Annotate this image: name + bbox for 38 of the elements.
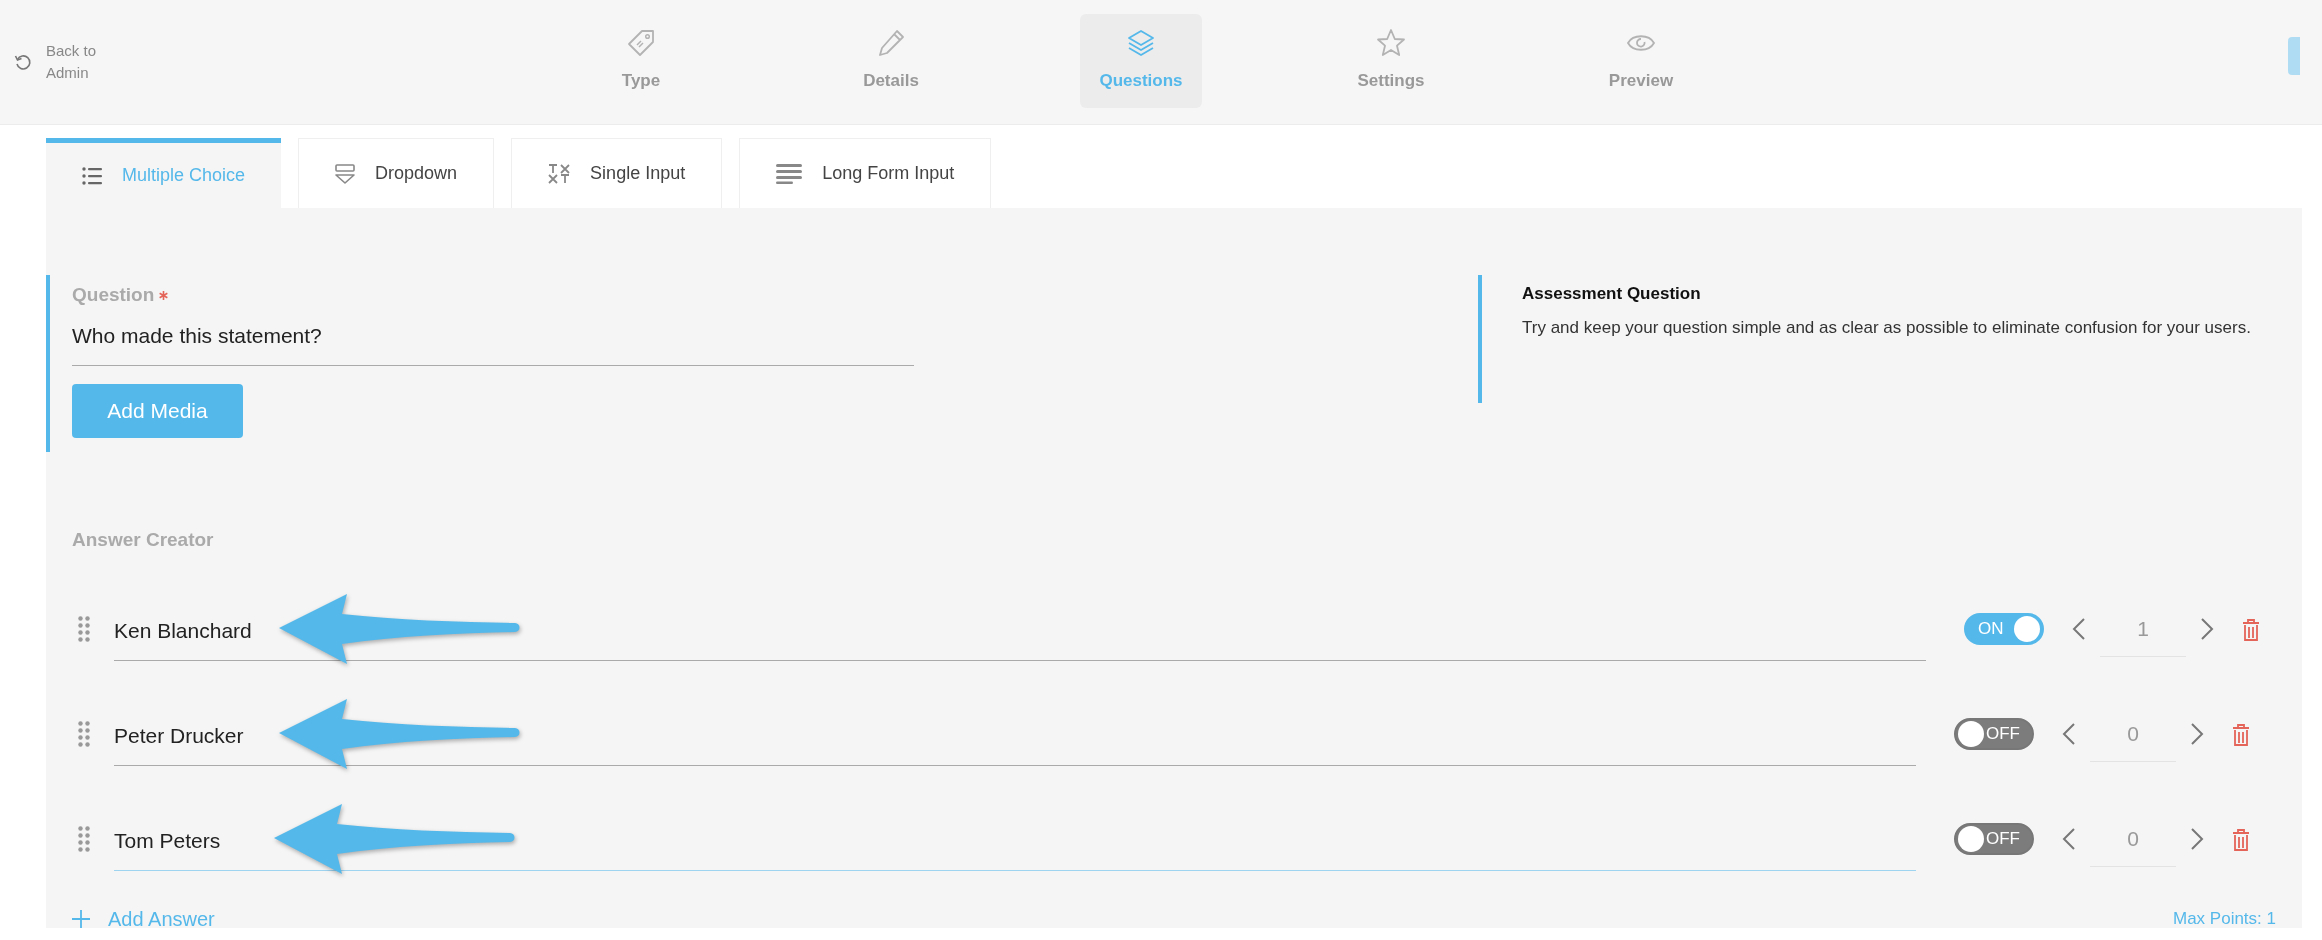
points-field[interactable]: 0 [2090, 810, 2176, 868]
text-format-icon [548, 162, 571, 185]
step-tab[interactable]: Details [830, 14, 952, 108]
help-title: Assessment Question [1522, 283, 1702, 305]
step-tab[interactable]: Preview [1580, 14, 1702, 108]
help-text: Try and keep your question simple and as clear as possible to eliminate confusion for your users. [1522, 316, 2252, 339]
drag-handle-icon[interactable] [78, 826, 90, 852]
star-icon [1376, 28, 1406, 59]
drag-handle-icon[interactable] [78, 721, 90, 747]
layers-icon [1126, 28, 1156, 59]
question-field[interactable]: Who made this statement? [72, 309, 914, 366]
section-label: Answer Creator [72, 528, 215, 552]
plus-icon [72, 909, 90, 928]
max-points-text: Max Points: 1 [2173, 907, 2276, 930]
list-icon [82, 166, 102, 185]
correct-toggle[interactable]: OFF [1954, 718, 2034, 750]
question-type-tab[interactable]: Dropdown [298, 138, 495, 208]
points-field[interactable]: 1 [2100, 600, 2186, 658]
paragraph-icon [776, 163, 803, 184]
question-type-tab[interactable]: Long Form Input [739, 138, 992, 208]
points-field[interactable]: 0 [2090, 705, 2176, 763]
add-media-button[interactable]: Add Media [72, 384, 243, 438]
dropdown-icon [335, 163, 356, 184]
step-tab[interactable]: Questions [1080, 14, 1202, 108]
question-type-tab[interactable]: Single Input [511, 138, 723, 208]
step-tab[interactable]: Type [580, 14, 702, 108]
undo-icon [14, 53, 32, 71]
pencil-icon [876, 28, 906, 59]
correct-toggle[interactable]: ON [1964, 613, 2044, 645]
back-link[interactable]: Back to Admin [46, 40, 116, 84]
correct-toggle[interactable]: OFF [1954, 823, 2034, 855]
add-answer-link[interactable]: Add Answer [72, 903, 215, 934]
tag-icon [626, 28, 656, 59]
question-label: Question [72, 284, 155, 305]
question-type-tab[interactable]: Multiple Choice [46, 138, 282, 208]
drag-handle-icon[interactable] [78, 616, 90, 642]
step-tab[interactable]: Settings [1330, 14, 1452, 108]
panel-handle[interactable] [2288, 37, 2300, 75]
